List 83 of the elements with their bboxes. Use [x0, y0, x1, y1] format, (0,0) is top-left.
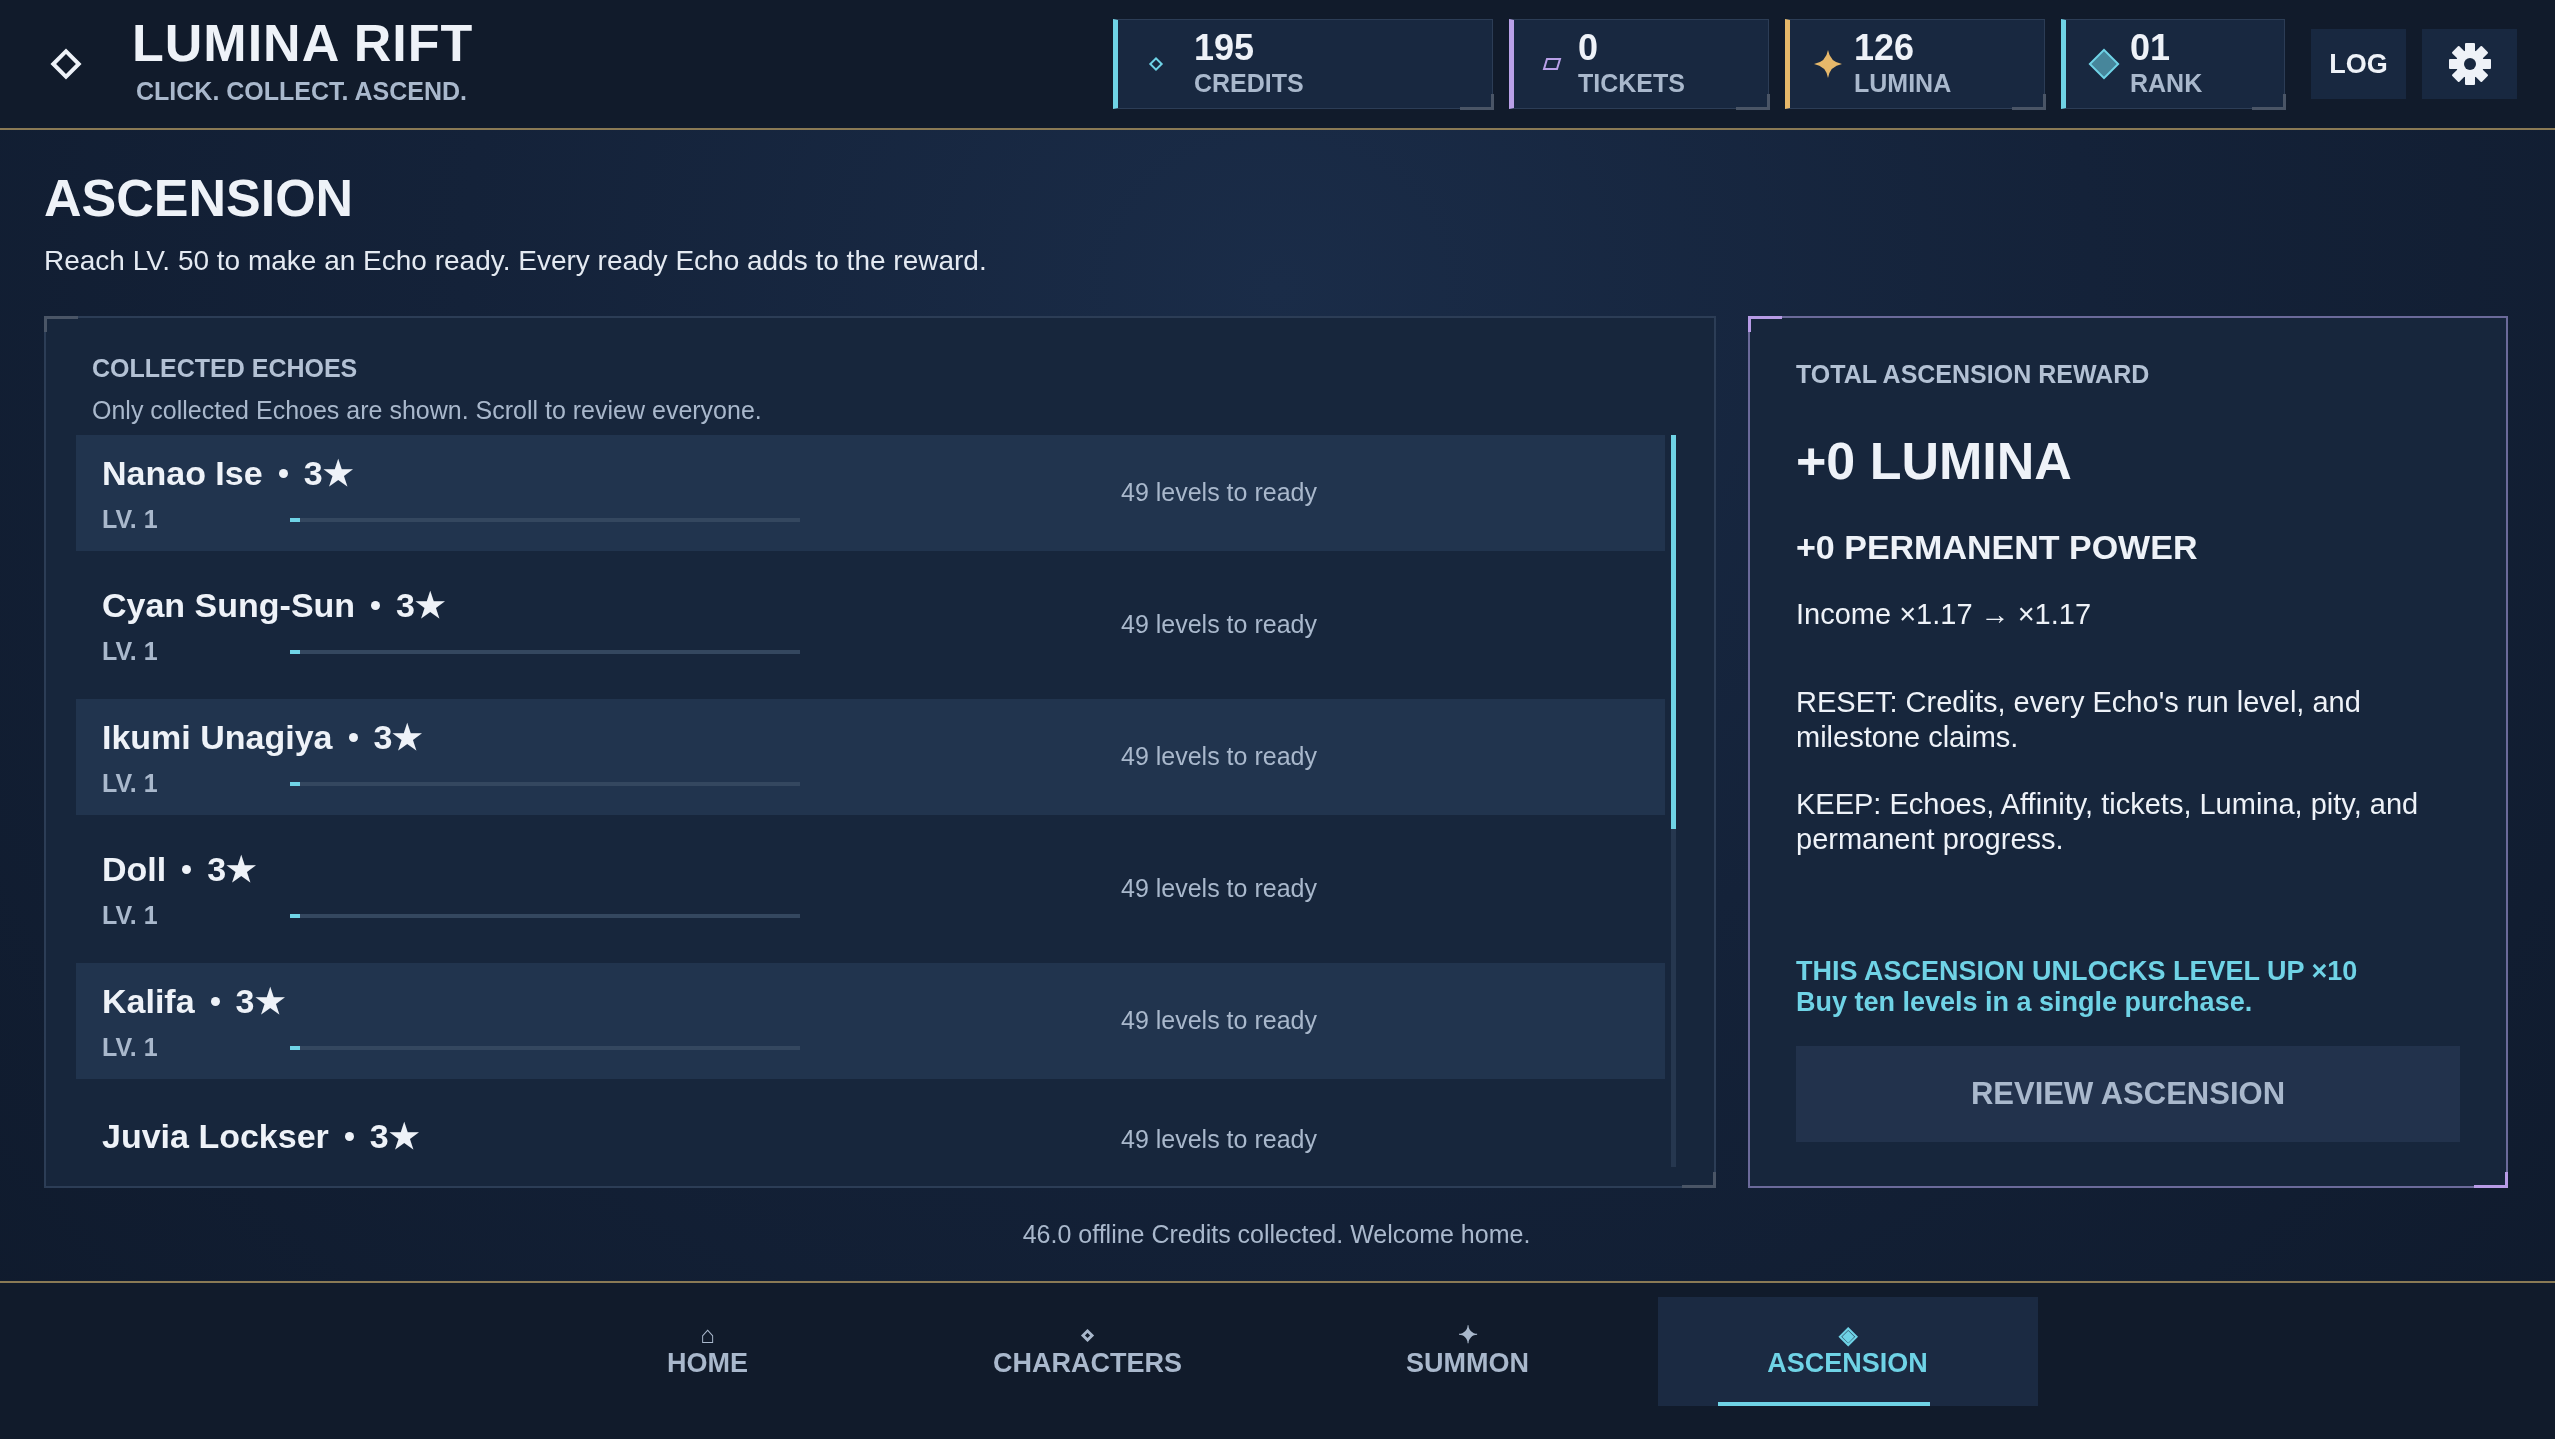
star-rarity: 3★	[369, 1116, 419, 1157]
levels-to-ready: 49 levels to ready	[1121, 477, 1318, 509]
income-multiplier: Income ×1.17 → ×1.17	[1796, 596, 2093, 632]
log-button[interactable]: LOG	[2311, 29, 2406, 99]
echo-name: Kalifa	[102, 980, 195, 1022]
echo-row[interactable]: Juvia Lockser 3★ 49 levels to ready	[76, 1095, 1665, 1167]
echo-row[interactable]: Kalifa 3★ LV. 1 49 levels to ready	[76, 963, 1665, 1079]
stat-label: LUMINA	[1854, 70, 1952, 98]
sparkle-star-icon	[1813, 49, 1843, 79]
separator-dot-icon	[210, 996, 220, 1006]
echo-row[interactable]: Nanao Ise 3★ LV. 1 49 levels to ready	[76, 435, 1665, 551]
echo-name: Doll	[102, 848, 167, 890]
nav-icon: ⌂	[700, 1323, 715, 1348]
separator-dot-icon	[371, 600, 381, 610]
star-rarity: 3★	[207, 848, 257, 890]
nav-icon: ◈	[1838, 1323, 1857, 1348]
page-subtitle: Reach LV. 50 to make an Echo ready. Every ready Echo adds to the reward.	[44, 244, 988, 278]
separator-dot-icon	[348, 732, 358, 742]
app-title: LUMINA RIFT	[132, 17, 474, 70]
panel-heading: COLLECTED ECHOES	[92, 353, 359, 384]
echo-row[interactable]: Ikumi Unagiya 3★ LV. 1 49 levels to ready	[76, 699, 1665, 815]
unlock-description: Buy ten levels in a single purchase.	[1796, 986, 2254, 1018]
corner-bracket	[2252, 94, 2286, 110]
nav-icon: ✦	[1457, 1323, 1478, 1348]
stat-label: TICKETS	[1578, 70, 1685, 98]
nav-tab[interactable]: ◈ ASCENSION	[1657, 1297, 2038, 1406]
corner-bracket	[1736, 94, 1770, 110]
corner-bracket	[2474, 1172, 2508, 1188]
corner-bracket	[1682, 1172, 1716, 1188]
star-rarity: 3★	[373, 716, 423, 758]
separator-dot-icon	[182, 864, 192, 874]
stat-label: CREDITS	[1194, 70, 1304, 98]
unlock-title: THIS ASCENSION UNLOCKS LEVEL UP ×10	[1796, 955, 2359, 987]
level-label: LV. 1	[102, 1031, 159, 1063]
permanent-power: +0 PERMANENT POWER	[1796, 526, 2199, 568]
echo-row[interactable]: Doll 3★ LV. 1 49 levels to ready	[76, 831, 1665, 947]
level-label: LV. 1	[102, 899, 159, 931]
stat-value: 195	[1194, 30, 1256, 67]
review-ascension-button[interactable]: REVIEW ASCENSION	[1796, 1046, 2460, 1142]
credits-diamond-icon	[1147, 55, 1165, 73]
rule-note: RESET: Credits, every Echo's run level, and milestone claims.	[1796, 685, 2362, 755]
nav-tab[interactable]: ⌂ HOME	[517, 1297, 898, 1406]
app-tagline: CLICK. COLLECT. ASCEND.	[136, 76, 469, 108]
level-label: LV. 1	[102, 635, 159, 667]
echo-name: Nanao Ise	[102, 452, 263, 494]
nav-icon: ⋄	[1080, 1323, 1095, 1348]
echo-name: Ikumi Unagiya	[102, 716, 333, 758]
levels-to-ready: 49 levels to ready	[1121, 873, 1318, 905]
settings-icon	[2447, 42, 2492, 86]
status-message: 46.0 offline Credits collected. Welcome home.	[1022, 1220, 1531, 1248]
echo-name: Juvia Lockser	[102, 1116, 329, 1157]
corner-bracket	[1748, 316, 1782, 332]
settings-button[interactable]	[2422, 29, 2517, 99]
corner-bracket	[2012, 94, 2046, 110]
page-title: ASCENSION	[44, 172, 355, 224]
panel-heading: TOTAL ASCENSION REWARD	[1796, 359, 2151, 390]
corner-bracket	[1460, 94, 1494, 110]
nav-tab[interactable]: ✦ SUMMON	[1277, 1297, 1658, 1406]
stat-label: RANK	[2130, 70, 2203, 98]
echo-row[interactable]: Cyan Sung-Sun 3★ LV. 1 49 levels to ready	[76, 567, 1665, 683]
stat-value: 126	[1854, 30, 1916, 67]
levels-to-ready: 49 levels to ready	[1121, 1124, 1318, 1155]
stat-value: 0	[1578, 30, 1600, 67]
rule-note: KEEP: Echoes, Affinity, tickets, Lumina, pity, and permanent progress.	[1796, 786, 2420, 857]
panel-note: Only collected Echoes are shown. Scroll to review everyone.	[92, 394, 763, 426]
reward-amount: +0 LUMINA	[1796, 430, 2073, 492]
stat-value: 01	[2130, 30, 2172, 67]
separator-dot-icon	[344, 1132, 354, 1141]
star-rarity: 3★	[235, 980, 285, 1022]
scrollbar[interactable]	[1671, 435, 1676, 1167]
separator-dot-icon	[278, 468, 288, 478]
ticket-icon	[1542, 57, 1562, 71]
levels-to-ready: 49 levels to ready	[1121, 741, 1318, 773]
star-rarity: 3★	[303, 452, 353, 494]
echo-name: Cyan Sung-Sun	[102, 584, 356, 626]
star-rarity: 3★	[396, 584, 446, 626]
levels-to-ready: 49 levels to ready	[1121, 1005, 1318, 1037]
nav-tab[interactable]: ⋄ CHARACTERS	[897, 1297, 1278, 1406]
level-label: LV. 1	[102, 503, 159, 535]
logo-diamond-icon	[48, 46, 84, 82]
levels-to-ready: 49 levels to ready	[1121, 609, 1318, 641]
level-label: LV. 1	[102, 767, 159, 799]
corner-bracket	[44, 316, 78, 332]
